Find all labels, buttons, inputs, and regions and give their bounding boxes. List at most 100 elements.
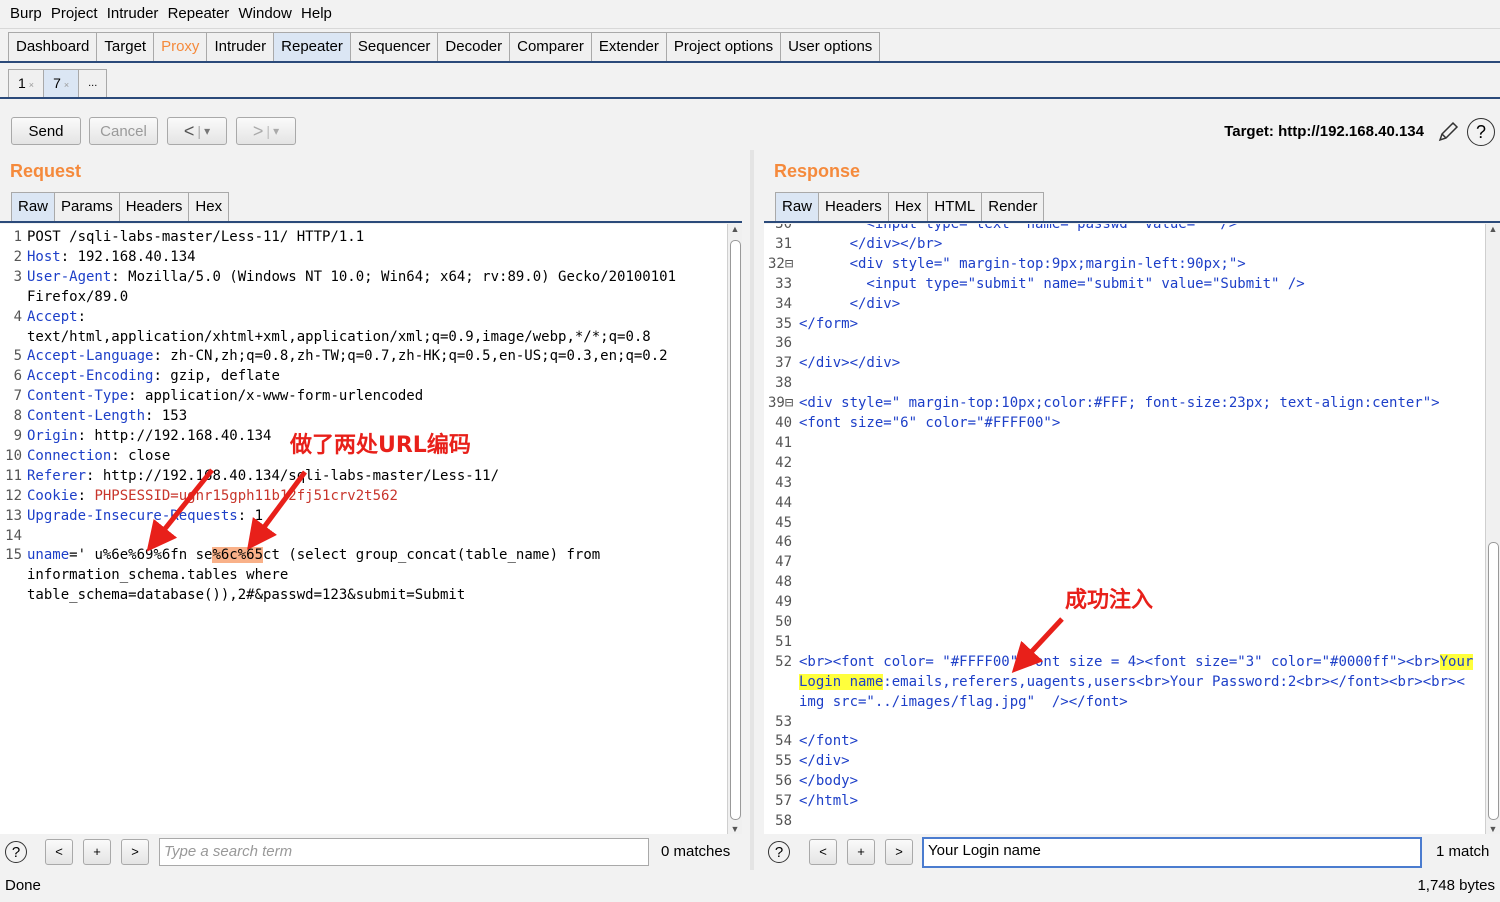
code-line: Origin: http://192.168.40.134 [27, 428, 271, 444]
line-number: 45 [775, 514, 792, 531]
line-number: 30 [775, 224, 792, 232]
code-text: <input type="text" name="passwd" value="… [799, 224, 1238, 232]
code-text: </div> [799, 295, 901, 312]
tab-decoder[interactable]: Decoder [437, 32, 511, 62]
scroll-down-icon[interactable]: ▼ [728, 824, 742, 834]
menu-window[interactable]: Window [238, 0, 291, 28]
menu-project[interactable]: Project [51, 0, 98, 28]
response-tab-html[interactable]: HTML [927, 192, 983, 222]
menu-repeater[interactable]: Repeater [168, 0, 230, 28]
search-options-button[interactable]: + [847, 839, 875, 865]
code-text: </form> [799, 315, 859, 332]
line-number: 7 [13, 388, 22, 405]
code-text: <div style=" margin-top:9px;margin-left:… [799, 255, 1246, 272]
line-number: 38 [775, 375, 792, 392]
cancel-button[interactable]: Cancel [89, 117, 158, 145]
line-number: 34 [775, 295, 792, 312]
search-match: Your [1439, 653, 1474, 670]
request-tab-hex[interactable]: Hex [188, 192, 230, 222]
response-tab-raw[interactable]: Raw [775, 192, 820, 222]
code-line: </div></div> [799, 355, 900, 371]
request-editor[interactable]: 1 POST /sqli-labs-master/Less-11/ HTTP/1.… [0, 224, 727, 834]
response-tab-render[interactable]: Render [981, 192, 1045, 222]
repeater-tab-label: 7 [53, 75, 61, 91]
tab-comparer[interactable]: Comparer [509, 32, 592, 62]
tab-extender[interactable]: Extender [590, 32, 667, 62]
repeater-tab-7[interactable]: 7 × [43, 69, 80, 98]
code-text: ct (select group_concat(table_name) from [263, 547, 601, 564]
code-text: img src="../images/flag.jpg" /></font> [799, 693, 1128, 710]
scroll-down-icon[interactable]: ▼ [1486, 824, 1500, 834]
header-name: Upgrade-Insecure-Requests [27, 507, 238, 524]
main-tabs: Dashboard Target Proxy Intruder Repeater… [8, 32, 881, 62]
response-tab-hex[interactable]: Hex [887, 192, 929, 222]
tab-proxy[interactable]: Proxy [153, 32, 208, 62]
dropdown-arrow-icon[interactable]: ▾ [273, 124, 279, 138]
search-prev-button[interactable]: < [809, 839, 837, 865]
header-name: Connection [27, 447, 112, 464]
search-next-button[interactable]: > [885, 839, 913, 865]
request-search-input[interactable]: Type a search term [159, 838, 649, 866]
code-line: </html> [799, 793, 858, 809]
line-number: 10 [5, 447, 22, 464]
tab-dashboard[interactable]: Dashboard [8, 32, 98, 62]
menu-burp[interactable]: Burp [10, 0, 42, 28]
line-number: 47 [775, 554, 792, 571]
code-line: </form> [799, 316, 858, 332]
scroll-thumb[interactable] [730, 240, 741, 820]
repeater-tab-1[interactable]: 1 × [8, 69, 45, 98]
scroll-up-icon[interactable]: ▲ [728, 224, 742, 234]
menu-help[interactable]: Help [301, 0, 332, 28]
header-value: : gzip, deflate [153, 368, 280, 385]
response-scrollbar[interactable]: ▲ ▼ [1485, 224, 1500, 834]
request-tab-headers[interactable]: Headers [118, 192, 190, 222]
scroll-up-icon[interactable]: ▲ [1486, 224, 1500, 234]
help-icon[interactable]: ? [5, 841, 27, 863]
tab-repeater[interactable]: Repeater [273, 32, 351, 62]
tab-sequencer[interactable]: Sequencer [349, 32, 439, 62]
edit-target-icon[interactable] [1436, 120, 1460, 148]
send-button[interactable]: Send [11, 117, 81, 145]
search-prev-button[interactable]: < [45, 839, 73, 865]
header-value: : 192.168.40.134 [60, 248, 196, 265]
code-line: Upgrade-Insecure-Requests: 1 [27, 508, 263, 524]
code-text: <input type="submit" name="submit" value… [799, 275, 1305, 292]
tab-user-options[interactable]: User options [780, 32, 881, 62]
line-number: 32⊟ [768, 255, 794, 272]
request-tab-raw[interactable]: Raw [11, 192, 56, 222]
back-button[interactable]: < | ▾ [167, 117, 227, 145]
header-value: : http://192.168.40.134 [77, 428, 272, 444]
code-text: </div></div> [799, 355, 901, 372]
divider: | [266, 123, 271, 139]
menu-intruder[interactable]: Intruder [107, 0, 159, 28]
tab-target[interactable]: Target [96, 32, 155, 62]
response-tab-headers[interactable]: Headers [818, 192, 889, 222]
response-editor[interactable]: 30 <input type="text" name="passwd" valu… [764, 224, 1485, 834]
line-number: 11 [5, 467, 22, 484]
encoded-highlight: %6c%65 [212, 547, 264, 564]
search-next-button[interactable]: > [121, 839, 149, 865]
dropdown-arrow-icon[interactable]: ▾ [204, 124, 210, 138]
help-icon[interactable]: ? [768, 841, 790, 863]
header-name: Origin [27, 428, 78, 444]
chevron-right-icon: > [252, 120, 264, 141]
code-line: Accept-Language: zh-CN,zh;q=0.8,zh-TW;q=… [27, 348, 668, 364]
close-icon[interactable]: × [29, 80, 34, 90]
tab-intruder[interactable]: Intruder [206, 32, 275, 62]
response-search-input[interactable]: Your Login name [922, 837, 1422, 868]
panel-splitter[interactable] [750, 150, 754, 870]
request-tabs-divider [0, 221, 742, 223]
request-scrollbar[interactable]: ▲ ▼ [727, 224, 742, 834]
code-line: </div> [799, 295, 901, 312]
forward-button[interactable]: > | ▾ [236, 117, 296, 145]
scroll-thumb[interactable] [1488, 542, 1499, 820]
repeater-tab-new[interactable]: ... [78, 69, 108, 98]
code-line: text/html,application/xhtml+xml,applicat… [27, 329, 651, 345]
help-icon[interactable]: ? [1467, 118, 1495, 146]
tab-project-options[interactable]: Project options [665, 32, 782, 62]
header-value: : close [111, 447, 171, 464]
request-tab-params[interactable]: Params [54, 192, 120, 222]
line-number: 36 [775, 335, 792, 352]
search-options-button[interactable]: + [83, 839, 111, 865]
close-icon[interactable]: × [64, 80, 69, 90]
